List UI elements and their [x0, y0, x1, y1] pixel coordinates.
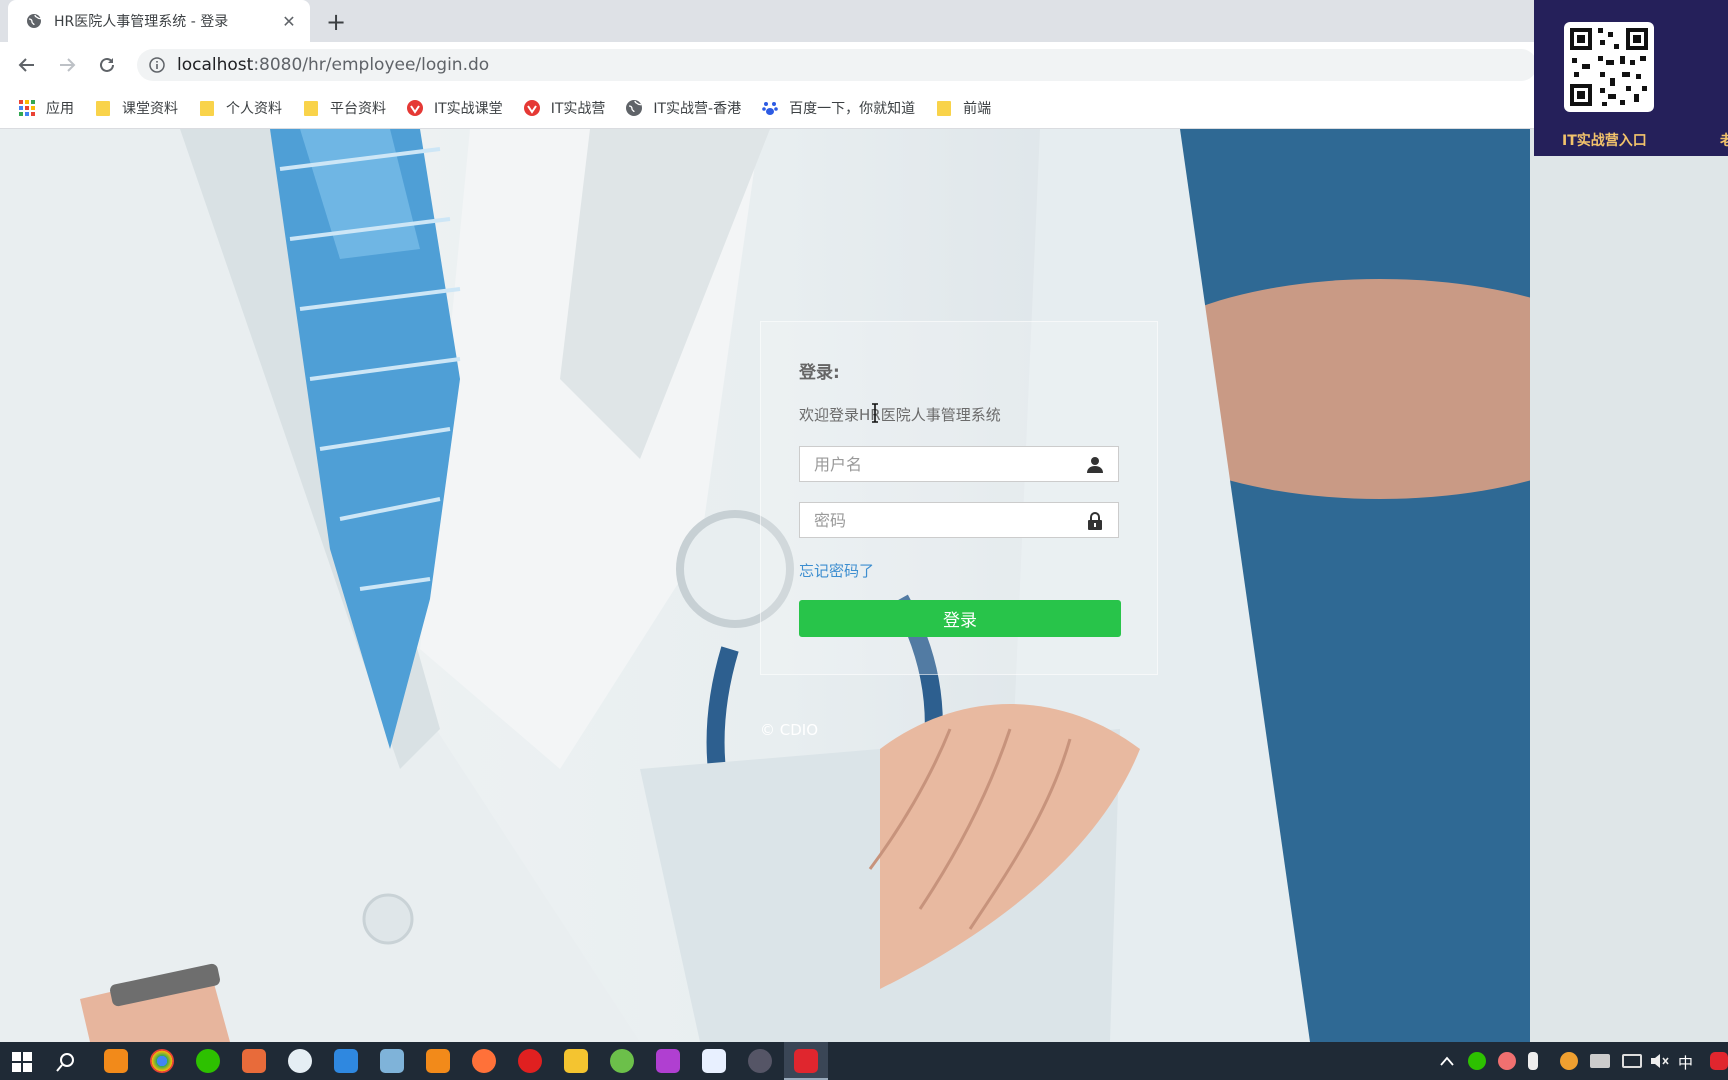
- username-input[interactable]: [800, 447, 1074, 481]
- app-icon-6[interactable]: [334, 1049, 358, 1073]
- tab-title: HR医院人事管理系统 - 登录: [54, 14, 229, 30]
- browser-tab[interactable]: HR医院人事管理系统 - 登录 ✕: [8, 0, 310, 42]
- url-host: localhost: [177, 55, 254, 75]
- qr-label: IT实战营入口: [1562, 133, 1647, 149]
- address-bar[interactable]: localhost:8080/hr/employee/login.do: [137, 49, 1537, 81]
- bookmark-link[interactable]: IT实战营-香港: [615, 94, 751, 122]
- lock-icon: [1088, 512, 1102, 530]
- back-button[interactable]: [12, 50, 42, 80]
- login-button[interactable]: 登录: [799, 600, 1121, 637]
- search-icon[interactable]: [56, 1052, 76, 1072]
- bookmark-label: 个人资料: [226, 101, 282, 117]
- browser-toolbar: localhost:8080/hr/employee/login.do: [0, 42, 1728, 88]
- volume-muted-icon[interactable]: [1650, 1053, 1670, 1069]
- globe-icon: [626, 100, 643, 116]
- reload-button[interactable]: [92, 50, 122, 80]
- microphone-icon[interactable]: [1528, 1052, 1538, 1070]
- info-icon[interactable]: [149, 57, 165, 73]
- chevron-up-icon[interactable]: [1440, 1055, 1454, 1067]
- bookmarks-bar: 应用 课堂资料 个人资料 平台资料 IT实战课堂 IT实战营 IT实战营-香港 …: [0, 88, 1728, 129]
- bookmark-label: IT实战营-香港: [653, 101, 742, 117]
- arrow-right-icon: [60, 58, 76, 72]
- bookmark-label: IT实战课堂: [434, 101, 503, 117]
- app-icon-14[interactable]: [702, 1049, 726, 1073]
- qr-label-extra: 老: [1720, 133, 1728, 149]
- ime-indicator[interactable]: 中: [1678, 1052, 1693, 1073]
- text-cursor-icon: [872, 403, 878, 423]
- copyright-text: © CDIO: [760, 721, 819, 739]
- globe-icon: [27, 14, 42, 28]
- qr-code-icon: [1570, 28, 1648, 106]
- user-icon: [1087, 457, 1103, 473]
- tray-sogou-icon[interactable]: [1710, 1052, 1728, 1070]
- login-panel: 登录: 欢迎登录HR医院人事管理系统 忘记密码了 登录: [760, 321, 1158, 675]
- bookmark-label: 应用: [46, 101, 74, 117]
- url-path: :8080/hr/employee/login.do: [253, 55, 490, 75]
- login-welcome-text: 欢迎登录HR医院人事管理系统: [799, 406, 1001, 424]
- chat-icon[interactable]: [288, 1049, 312, 1073]
- bookmark-link[interactable]: IT实战营: [513, 94, 616, 122]
- chrome-icon[interactable]: [150, 1049, 174, 1073]
- apps-grid-icon: [19, 100, 35, 116]
- file-explorer-icon[interactable]: [564, 1049, 588, 1073]
- intellij-icon[interactable]: [656, 1049, 680, 1073]
- bookmark-folder[interactable]: 前端: [925, 94, 1001, 122]
- bookmark-folder[interactable]: 个人资料: [188, 94, 292, 122]
- forgot-password-link[interactable]: 忘记密码了: [799, 560, 874, 581]
- battery-icon[interactable]: [1590, 1054, 1610, 1068]
- netease-music-icon[interactable]: [518, 1049, 542, 1073]
- app-icon-4[interactable]: [242, 1049, 266, 1073]
- password-input[interactable]: [800, 503, 1074, 537]
- tray-wechat-icon[interactable]: [1468, 1052, 1486, 1070]
- red-site-icon: [523, 100, 540, 116]
- wechat-icon[interactable]: [196, 1049, 220, 1073]
- forward-button[interactable]: [52, 50, 82, 80]
- folder-icon: [200, 101, 214, 116]
- bookmark-label: 百度一下，你就知道: [789, 101, 916, 117]
- password-field[interactable]: [799, 502, 1119, 538]
- qr-overlay: IT实战营入口 老: [1534, 0, 1728, 156]
- app-icon-7[interactable]: [380, 1049, 404, 1073]
- red-site-icon: [407, 100, 423, 116]
- tray-app-icon[interactable]: [1498, 1052, 1516, 1070]
- login-heading: 登录:: [799, 363, 840, 383]
- bookmark-link[interactable]: IT实战课堂: [396, 94, 513, 122]
- bookmark-link[interactable]: 百度一下，你就知道: [751, 94, 925, 122]
- reload-icon: [100, 57, 114, 72]
- bookmark-label: 课堂资料: [122, 101, 178, 117]
- bookmark-apps[interactable]: 应用: [0, 94, 84, 122]
- close-tab-icon[interactable]: ✕: [278, 10, 300, 32]
- tab-strip: HR医院人事管理系统 - 登录 ✕ +: [0, 0, 1728, 42]
- bookmark-label: 前端: [963, 101, 992, 117]
- qq-icon[interactable]: [1560, 1052, 1578, 1070]
- username-field[interactable]: [799, 446, 1119, 482]
- bookmark-folder[interactable]: 课堂资料: [84, 94, 188, 122]
- arrow-left-icon: [18, 58, 34, 72]
- app-icon-1[interactable]: [104, 1049, 128, 1073]
- settings-icon[interactable]: [748, 1049, 772, 1073]
- bookmark-folder[interactable]: 平台资料: [292, 94, 396, 122]
- windows-start-icon[interactable]: [12, 1052, 32, 1072]
- wps-icon[interactable]: [794, 1049, 818, 1073]
- bookmark-label: IT实战营: [550, 101, 606, 117]
- folder-icon: [937, 101, 952, 116]
- folder-icon: [304, 101, 318, 116]
- folder-icon: [96, 101, 110, 116]
- app-icon-12[interactable]: [610, 1049, 634, 1073]
- network-icon[interactable]: [1622, 1054, 1642, 1068]
- app-icon-8[interactable]: [426, 1049, 450, 1073]
- taskbar: 中: [0, 1042, 1728, 1080]
- bookmark-label: 平台资料: [330, 101, 386, 117]
- baidu-paw-icon: [762, 102, 778, 115]
- new-tab-button[interactable]: +: [322, 8, 350, 36]
- url-text: localhost:8080/hr/employee/login.do: [177, 55, 489, 75]
- qr-code: [1564, 22, 1654, 112]
- firefox-icon[interactable]: [472, 1049, 496, 1073]
